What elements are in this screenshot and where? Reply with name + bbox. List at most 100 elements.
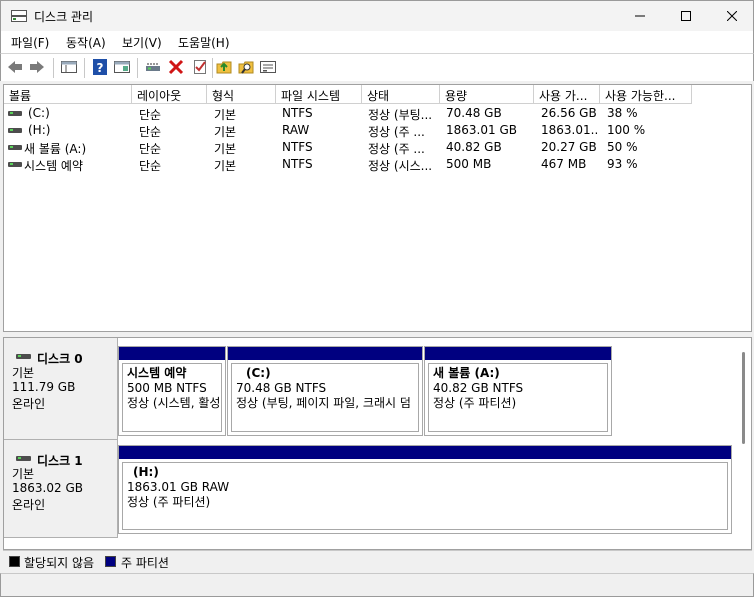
close-icon [727, 11, 737, 21]
disk-type: 기본 [12, 467, 35, 481]
column-header-status[interactable]: 상태 [362, 85, 440, 104]
volume-list[interactable]: 볼륨 레이아웃 형식 파일 시스템 상태 용량 사용 가... 사용 가능한..… [3, 84, 752, 332]
delete-icon[interactable] [167, 58, 185, 76]
volume-type: 기본 [214, 108, 237, 122]
volume-capacity: 1863.01 GB [446, 123, 517, 137]
partition-name: 시스템 예약 [127, 366, 187, 380]
disk-map[interactable]: 디스크 0 기본 111.79 GB 온라인 시스템 예약 500 MB NTF… [3, 337, 752, 550]
volume-type: 기본 [214, 159, 237, 173]
drive-icon [8, 128, 22, 133]
column-header-filesystem[interactable]: 파일 시스템 [276, 85, 362, 104]
status-bar [0, 573, 754, 597]
disk-name: 디스크 0 [37, 352, 83, 366]
console-tree-icon[interactable] [113, 58, 131, 76]
check-icon[interactable] [191, 58, 209, 76]
disk-type: 기본 [12, 366, 35, 380]
table-row[interactable]: 새 볼륨 (A:) 단순 기본 NTFS 정상 (주 ... 40.82 GB … [4, 139, 751, 156]
partition-size: 500 MB NTFS [127, 381, 207, 395]
volume-percent-free: 93 % [607, 157, 638, 171]
partition-name: (C:) [246, 366, 271, 380]
volume-name: 시스템 예약 [24, 159, 84, 173]
partition-size: 1863.01 GB RAW [127, 480, 230, 494]
volume-filesystem: RAW [282, 123, 310, 137]
partition-name: 새 볼륨 (A:) [433, 366, 500, 380]
partition-status: 정상 (주 파티션) [433, 396, 517, 410]
disk-0-info[interactable]: 디스크 0 기본 111.79 GB 온라인 [4, 338, 118, 440]
volume-layout: 단순 [139, 159, 162, 173]
partition-body: (C:) 70.48 GB NTFS 정상 (부팅, 페이지 파일, 크래시 덤 [231, 363, 419, 432]
column-header-capacity[interactable]: 용량 [440, 85, 534, 104]
disk-status: 온라인 [12, 498, 46, 512]
menu-bar: 파일(F) 동작(A) 보기(V) 도움말(H) [0, 31, 754, 53]
volume-free-space: 26.56 GB [541, 106, 597, 120]
menu-view[interactable]: 보기(V) [122, 34, 162, 51]
search-folder-icon[interactable] [237, 58, 255, 76]
toolbar-separator [212, 58, 213, 78]
disk-1-info[interactable]: 디스크 1 기본 1863.02 GB 온라인 [4, 440, 118, 538]
volume-layout: 단순 [139, 142, 162, 156]
volume-percent-free: 100 % [607, 123, 646, 137]
volume-type: 기본 [214, 142, 237, 156]
properties-pane-icon[interactable] [60, 58, 78, 76]
disk-icon [16, 354, 31, 359]
volume-percent-free: 38 % [607, 106, 638, 120]
volume-free-space: 1863.01... [541, 123, 599, 137]
minimize-icon [635, 15, 645, 17]
volume-capacity: 500 MB [446, 157, 492, 171]
column-header-layout[interactable]: 레이아웃 [132, 85, 207, 104]
partition-body: (H:) 1863.01 GB RAW 정상 (주 파티션) [122, 462, 728, 530]
partition-status: 정상 (시스템, 활성 [127, 396, 221, 410]
help-icon[interactable]: ? [91, 58, 109, 76]
open-folder-icon[interactable] [215, 58, 233, 76]
partition-name: (H:) [133, 465, 159, 479]
volume-capacity: 40.82 GB [446, 140, 502, 154]
volume-filesystem: NTFS [282, 140, 313, 154]
connect-drive-icon[interactable] [144, 58, 162, 76]
partition-c[interactable]: (C:) 70.48 GB NTFS 정상 (부팅, 페이지 파일, 크래시 덤 [227, 346, 423, 436]
volume-layout: 단순 [139, 125, 162, 139]
volume-percent-free: 50 % [607, 140, 638, 154]
column-header-percent-free[interactable]: 사용 가능한... [600, 85, 692, 104]
partition-size: 70.48 GB NTFS [236, 381, 327, 395]
disk-icon [16, 456, 31, 461]
table-row[interactable]: (C:) 단순 기본 NTFS 정상 (부팅... 70.48 GB 26.56… [4, 105, 751, 122]
table-row[interactable]: (H:) 단순 기본 RAW 정상 (주 ... 1863.01 GB 1863… [4, 122, 751, 139]
partition-system-reserved[interactable]: 시스템 예약 500 MB NTFS 정상 (시스템, 활성 [118, 346, 226, 436]
disk-name: 디스크 1 [37, 454, 83, 468]
legend: 할당되지 않음 주 파티션 [3, 550, 752, 572]
vertical-scrollbar[interactable] [742, 352, 745, 444]
column-header-volume[interactable]: 볼륨 [4, 85, 132, 104]
legend-unallocated: 할당되지 않음 [24, 556, 95, 570]
column-header-type[interactable]: 형식 [207, 85, 276, 104]
volume-filesystem: NTFS [282, 106, 313, 120]
volume-layout: 단순 [139, 108, 162, 122]
volume-name: 새 볼륨 (A:) [24, 142, 87, 156]
toolbar-separator [84, 58, 85, 78]
disk-management-icon [11, 10, 27, 22]
partition-h[interactable]: (H:) 1863.01 GB RAW 정상 (주 파티션) [118, 445, 732, 534]
legend-primary-partition: 주 파티션 [121, 556, 169, 570]
menu-help[interactable]: 도움말(H) [178, 34, 230, 51]
column-header-free-space[interactable]: 사용 가... [534, 85, 600, 104]
minimize-button[interactable] [617, 1, 663, 31]
table-row[interactable]: 시스템 예약 단순 기본 NTFS 정상 (시스... 500 MB 467 M… [4, 156, 751, 173]
volume-status: 정상 (시스... [368, 159, 433, 173]
maximize-icon [681, 11, 691, 21]
partition-status: 정상 (주 파티션) [127, 495, 211, 509]
menu-file[interactable]: 파일(F) [11, 34, 49, 51]
toolbar-separator [137, 58, 138, 78]
volume-filesystem: NTFS [282, 157, 313, 171]
toolbar-separator [53, 58, 54, 78]
close-button[interactable] [709, 1, 754, 31]
partition-status: 정상 (부팅, 페이지 파일, 크래시 덤 [236, 396, 411, 410]
drive-icon [8, 162, 22, 167]
primary-partition-bar [228, 347, 422, 360]
back-arrow-icon[interactable] [6, 58, 24, 76]
settings-list-icon[interactable] [259, 58, 277, 76]
partition-a[interactable]: 새 볼륨 (A:) 40.82 GB NTFS 정상 (주 파티션) [424, 346, 612, 436]
menu-action[interactable]: 동작(A) [66, 34, 106, 51]
volume-status: 정상 (부팅... [368, 108, 433, 122]
forward-arrow-icon[interactable] [28, 58, 46, 76]
title-bar: 디스크 관리 [0, 0, 754, 31]
maximize-button[interactable] [663, 1, 709, 31]
